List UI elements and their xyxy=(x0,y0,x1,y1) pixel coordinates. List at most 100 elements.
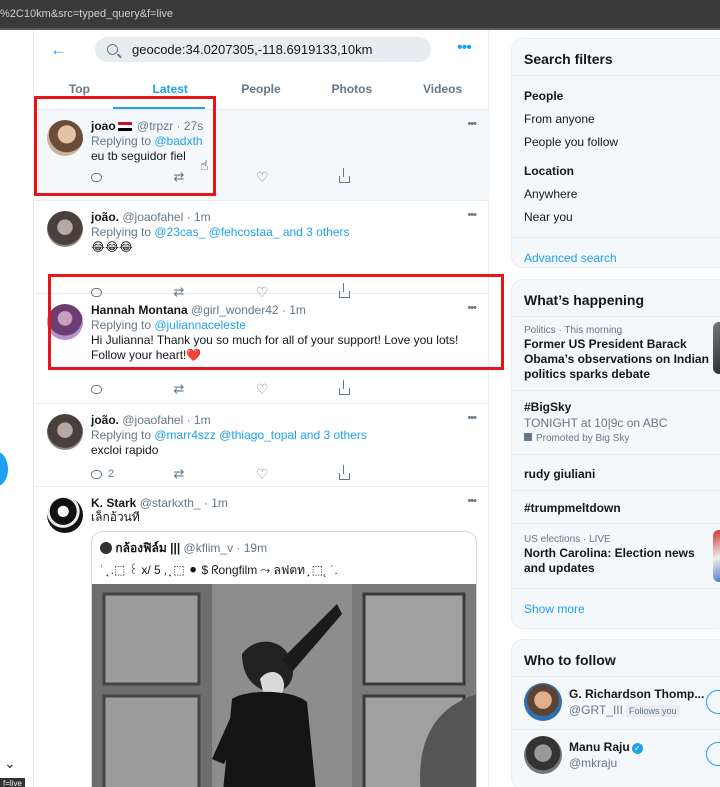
divider xyxy=(512,490,720,491)
avatar[interactable] xyxy=(524,736,562,774)
quote-author-name[interactable]: กล้องฟิล์ม ||| xyxy=(115,541,180,555)
tweet-author-name[interactable]: K. Stark xyxy=(91,496,136,510)
advanced-search-link[interactable]: Advanced search xyxy=(524,251,617,265)
like-button[interactable]: ♡ xyxy=(256,381,339,397)
browser-url-bar[interactable]: %2C10km&src=typed_query&f=live xyxy=(0,0,720,30)
tweet-time[interactable]: · 1m xyxy=(187,210,211,224)
share-icon xyxy=(338,167,350,183)
filter-near-you[interactable]: Near you xyxy=(524,210,573,224)
tab-people[interactable]: People xyxy=(216,70,307,109)
tweet-author-name[interactable]: joão. xyxy=(91,210,119,224)
share-icon xyxy=(338,464,350,480)
divider xyxy=(512,729,720,730)
divider xyxy=(512,588,720,589)
reply-count: 2 xyxy=(108,468,115,480)
share-button[interactable] xyxy=(338,379,422,395)
follows-you-badge: Follows you xyxy=(625,705,680,717)
tab-photos[interactable]: Photos xyxy=(306,70,397,109)
quote-photo[interactable] xyxy=(92,584,476,787)
quote-author-handle[interactable]: @kflim_v xyxy=(184,541,234,555)
like-button[interactable]: ♡ xyxy=(256,169,339,185)
search-query: geocode:34.0207305,-118.6919133,10km xyxy=(132,42,373,57)
tweet-author-handle[interactable]: @joaofahel xyxy=(122,210,183,224)
compose-tweet-button[interactable] xyxy=(0,452,8,486)
filters-title: Search filters xyxy=(512,39,720,76)
quote-text: ˙ ̟ .⬚ ꒰ x/ 5 ‚ ̟ ⬚ ⚫ $ ᖇongfilm ⤳ ลฟตท … xyxy=(100,563,338,577)
follow-name[interactable]: G. Richardson Thomp... xyxy=(569,687,704,701)
retweet-icon: ⇄ xyxy=(173,381,185,396)
reply-icon xyxy=(91,384,102,394)
filter-location-heading: Location xyxy=(524,164,574,178)
retweet-button[interactable]: ⇄ xyxy=(173,381,257,396)
heart-icon: ♡ xyxy=(256,381,269,397)
search-header: ← geocode:34.0207305,-118.6919133,10km •… xyxy=(34,30,488,70)
replying-label: Replying to xyxy=(91,428,155,442)
trend-title: #BigSky xyxy=(524,400,572,414)
trend-category: Politics · This morning xyxy=(524,325,623,336)
trend-item[interactable]: #BigSky TONIGHT at 10|9c on ABC Promoted… xyxy=(524,400,709,446)
retweet-button[interactable]: ⇄ xyxy=(173,466,257,481)
quoted-tweet[interactable]: กล้องฟิล์ม ||| @kflim_v · 19m ˙ ̟ .⬚ ꒰ x… xyxy=(91,531,477,787)
search-filters-card: Search filters People From anyone People… xyxy=(511,38,720,268)
avatar[interactable] xyxy=(47,414,83,450)
who-to-follow-card: Who to follow G. Richardson Thomp... @GR… xyxy=(511,639,720,787)
retweet-icon: ⇄ xyxy=(173,466,185,481)
share-button[interactable] xyxy=(338,167,422,183)
avatar[interactable] xyxy=(47,211,83,247)
trend-item[interactable]: US elections · LIVE North Carolina: Elec… xyxy=(524,533,709,576)
reply-icon xyxy=(91,469,102,479)
heart-icon: ♡ xyxy=(256,466,269,482)
trend-item[interactable]: #trumpmeltdown xyxy=(524,501,709,516)
trend-item[interactable]: rudy giuliani xyxy=(524,467,709,482)
share-icon xyxy=(338,379,350,395)
filter-from-anyone[interactable]: From anyone xyxy=(524,112,595,126)
search-icon xyxy=(107,44,118,55)
filter-anywhere[interactable]: Anywhere xyxy=(524,187,577,201)
trend-thumbnail[interactable] xyxy=(713,530,720,582)
reply-button[interactable]: 2 xyxy=(91,468,174,480)
follow-handle[interactable]: @mkraju xyxy=(569,756,617,770)
show-more-link[interactable]: Show more xyxy=(524,602,585,616)
like-button[interactable]: ♡ xyxy=(256,466,339,482)
arrow-left-icon[interactable]: ← xyxy=(50,40,67,60)
heart-icon: ♡ xyxy=(256,169,269,185)
url-text: %2C10km&src=typed_query&f=live xyxy=(0,8,174,20)
tweet-text: 😂😂😂 xyxy=(91,240,134,254)
trend-category: US elections · LIVE xyxy=(524,534,611,545)
replying-label: Replying to xyxy=(91,225,155,239)
reply-button[interactable] xyxy=(91,384,174,394)
tweet[interactable]: ••• joão. @joaofahel · 1m Replying to @m… xyxy=(34,404,490,487)
share-button[interactable] xyxy=(338,464,422,480)
filter-people-you-follow[interactable]: People you follow xyxy=(524,135,618,149)
highlight-box xyxy=(34,96,216,196)
happening-title: What’s happening xyxy=(512,280,720,317)
tweet[interactable]: ••• K. Stark @starkxth_ · 1m เล็กอ้วนที … xyxy=(34,487,490,787)
highlight-box xyxy=(48,274,504,370)
more-options-button[interactable]: ••• xyxy=(457,39,472,57)
follow-name[interactable]: Manu Raju xyxy=(569,740,630,754)
tweet-time[interactable]: · 1m xyxy=(204,496,228,510)
follow-button[interactable] xyxy=(706,742,720,766)
trend-item[interactable]: Politics · This morning Former US Presid… xyxy=(524,324,709,382)
search-input[interactable]: geocode:34.0207305,-118.6919133,10km xyxy=(95,37,431,62)
reply-mention-link[interactable]: @23cas_ @fehcostaa_ and 3 others xyxy=(154,225,349,239)
follow-title: Who to follow xyxy=(512,640,720,677)
avatar[interactable] xyxy=(524,683,562,721)
tweet-time[interactable]: · 1m xyxy=(187,413,211,427)
photo-image xyxy=(92,584,476,787)
divider xyxy=(512,523,720,524)
reply-mention-link[interactable]: @marr4szz @thiago_topal and 3 others xyxy=(154,428,366,442)
follow-handle[interactable]: @GRT_III xyxy=(569,703,623,717)
tweet-author-name[interactable]: joão. xyxy=(91,413,119,427)
trend-thumbnail[interactable] xyxy=(713,322,720,374)
trend-subtitle: TONIGHT at 10|9c on ABC xyxy=(524,416,668,430)
tweet-author-handle[interactable]: @starkxth_ xyxy=(140,496,201,510)
tweet-author-handle[interactable]: @joaofahel xyxy=(122,413,183,427)
trend-title: rudy giuliani xyxy=(524,467,596,481)
quote-avatar-icon xyxy=(100,542,112,554)
tab-videos[interactable]: Videos xyxy=(397,70,488,109)
follow-button[interactable] xyxy=(706,690,720,714)
avatar[interactable] xyxy=(47,497,83,533)
chevron-down-icon[interactable]: ⌄ xyxy=(4,755,16,772)
trend-title: Former US President Barack Obama’s obser… xyxy=(524,337,709,381)
